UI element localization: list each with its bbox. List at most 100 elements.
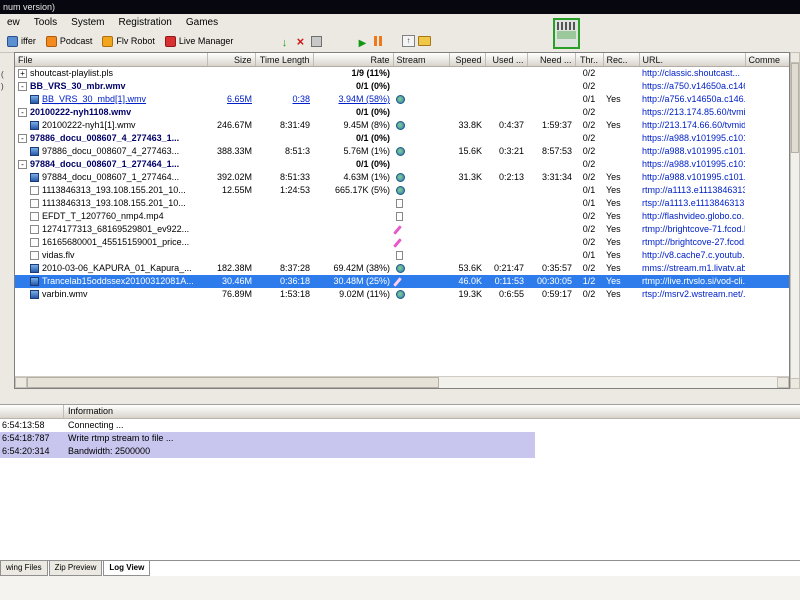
tree-toggle[interactable]: + bbox=[18, 69, 27, 79]
toolbar-button-podcast[interactable]: Podcast bbox=[41, 34, 98, 49]
menu-item-system[interactable]: System bbox=[64, 17, 111, 28]
cell-time bbox=[255, 67, 313, 81]
tree-toggle[interactable]: - bbox=[18, 160, 27, 170]
horizontal-scroll-thumb[interactable] bbox=[27, 377, 439, 388]
promo-banner[interactable] bbox=[553, 18, 580, 49]
menu-item-registration[interactable]: Registration bbox=[112, 17, 179, 28]
column-header-need[interactable]: Need ... bbox=[527, 53, 576, 67]
column-header-time-length[interactable]: Time Length bbox=[255, 53, 314, 67]
cell-file: -97886_docu_008607_4_277463_1... bbox=[15, 132, 207, 145]
pause-button[interactable] bbox=[370, 33, 386, 49]
menu-item-tools[interactable]: Tools bbox=[27, 17, 64, 28]
cell-stream bbox=[393, 106, 449, 119]
bottom-tab-strip: wing Files Zip Preview Log View bbox=[0, 560, 800, 576]
folder-icon bbox=[417, 36, 431, 46]
log-row[interactable]: 6:54:13:58 Connecting ... bbox=[0, 419, 535, 432]
table-row[interactable]: 2010-03-06_KAPURA_01_Kapura_... 182.38M 8:… bbox=[15, 262, 789, 275]
cell-rec: Yes bbox=[606, 94, 621, 104]
table-row[interactable]: varbin.wmv 76.89M 1:53:18 9.02M (11%) 19.3K 0… bbox=[15, 288, 789, 301]
upload-button[interactable] bbox=[400, 33, 416, 49]
cell-speed bbox=[449, 132, 485, 145]
cell-rec: Yes bbox=[606, 172, 621, 182]
stop-button[interactable] bbox=[308, 33, 324, 49]
column-header-file[interactable]: File bbox=[15, 53, 208, 67]
scroll-left-arrow[interactable] bbox=[15, 377, 27, 388]
play-button[interactable] bbox=[354, 33, 370, 49]
table-row[interactable]: -20100222-nyh1108.wmv 0/1 (0%) 0/2 https://… bbox=[15, 106, 789, 119]
cell-need bbox=[527, 67, 575, 81]
scroll-up-arrow[interactable] bbox=[791, 53, 799, 63]
table-row[interactable]: 16165680001_45515159001_price... 0/2 Yes rt… bbox=[15, 236, 789, 249]
cell-size bbox=[207, 67, 255, 81]
vertical-scrollbar[interactable] bbox=[790, 52, 800, 389]
column-header-size[interactable]: Size bbox=[207, 53, 256, 67]
cell-need bbox=[527, 80, 575, 93]
toolbar-button-live-manager[interactable]: Live Manager bbox=[160, 34, 239, 49]
horizontal-scrollbar[interactable] bbox=[15, 376, 789, 388]
cell-size: 388.33M bbox=[216, 146, 252, 156]
column-header-url[interactable]: URL. bbox=[639, 53, 746, 67]
column-header-comme[interactable]: Comme bbox=[745, 53, 789, 67]
cell-rate bbox=[313, 249, 393, 262]
scroll-right-arrow[interactable] bbox=[777, 377, 789, 388]
folder-button[interactable] bbox=[416, 33, 432, 49]
pause-icon bbox=[374, 36, 383, 46]
table-row[interactable]: 97886_docu_008607_4_277463... 388.33M 8:51… bbox=[15, 145, 789, 158]
table-row[interactable]: - BB_VRS_30_mbr.wmv 0/1 (0%) 0/2 https://a75… bbox=[15, 80, 789, 93]
cell-url: rtsp://a1113.e1113846313... bbox=[642, 198, 745, 208]
cell-speed: 15.6K bbox=[458, 146, 482, 156]
tree-toggle[interactable]: - bbox=[18, 134, 27, 144]
download-button[interactable] bbox=[276, 33, 292, 49]
tab-log-view[interactable]: Log View bbox=[103, 561, 151, 576]
document-file-icon bbox=[30, 238, 39, 248]
toolbar-button-iffer[interactable]: iffer bbox=[2, 34, 41, 49]
log-row[interactable]: 6:54:18:787 Write rtmp stream to file ... bbox=[0, 432, 535, 445]
cell-need bbox=[527, 210, 575, 223]
cell-url: mms://stream.m1.livatv.ab... bbox=[642, 263, 745, 273]
column-header-speed[interactable]: Speed bbox=[449, 53, 486, 67]
cell-time bbox=[255, 106, 313, 119]
tree-toggle[interactable]: - bbox=[18, 82, 27, 92]
vertical-scroll-thumb[interactable] bbox=[791, 63, 799, 153]
table-body: + shoutcast-playlist.pls 1/9 (11%) 0/2 http:… bbox=[15, 67, 789, 302]
document-file-icon bbox=[30, 225, 39, 235]
log-row[interactable]: 6:54:20:314 Bandwidth: 2500000 bbox=[0, 445, 535, 458]
table-row[interactable]: 1274177313_68169529801_ev922... 0/2 Yes rtm… bbox=[15, 223, 789, 236]
delete-button[interactable] bbox=[292, 33, 308, 49]
table-row[interactable]: EFDT_T_1207760_nmp4.mp4 0/2 Yes http://flas… bbox=[15, 210, 789, 223]
play-icon bbox=[359, 34, 367, 49]
cell-comment bbox=[745, 145, 789, 158]
tab-wing-files[interactable]: wing Files bbox=[0, 561, 48, 576]
column-header-used[interactable]: Used ... bbox=[485, 53, 528, 67]
cell-comment bbox=[745, 288, 789, 301]
tab-zip-preview[interactable]: Zip Preview bbox=[48, 561, 103, 576]
table-row[interactable]: -97884_docu_008607_1_277464_1... 0/1 (0%)… bbox=[15, 158, 789, 171]
menu-item-games[interactable]: Games bbox=[179, 17, 225, 28]
cell-need: 0:59:17 bbox=[541, 289, 572, 299]
cell-url: rtmpt://brightcove-27.fcod... bbox=[642, 237, 745, 247]
cell-comment bbox=[745, 249, 789, 262]
column-header-rate[interactable]: Rate bbox=[313, 53, 394, 67]
cell-comment bbox=[745, 262, 789, 275]
cell-used: 0:4:37 bbox=[498, 120, 524, 130]
scroll-down-arrow[interactable] bbox=[791, 378, 799, 388]
table-row[interactable]: vidas.flv 0/1 Yes http://v8.cache7.c.youtub… bbox=[15, 249, 789, 262]
table-row[interactable]: Trancelab15oddssex20100312081A... 30.46M 0… bbox=[15, 275, 789, 288]
column-header-stream[interactable]: Stream bbox=[393, 53, 450, 67]
toolbar-button-flv-robot[interactable]: Flv Robot bbox=[97, 34, 160, 49]
table-row[interactable]: 1113846313_193.108.155.201_10... 0/1 Yes rt… bbox=[15, 197, 789, 210]
table-row[interactable]: BB_VRS_30_mbd[1].wmv 6.65M 0:38 3.94M (58%)… bbox=[15, 93, 789, 106]
column-header-rec[interactable]: Rec.. bbox=[603, 53, 640, 67]
file-name: 1274177313_68169529801_ev922... bbox=[42, 224, 190, 234]
column-header-thr[interactable]: Thr.. bbox=[575, 53, 604, 67]
menu-item-ew[interactable]: ew bbox=[0, 17, 27, 28]
table-row[interactable]: + shoutcast-playlist.pls 1/9 (11%) 0/2 http:… bbox=[15, 67, 789, 81]
table-row[interactable]: -97886_docu_008607_4_277463_1... 0/1 (0%)… bbox=[15, 132, 789, 145]
table-row[interactable]: 20100222-nyh1[1].wmv 246.67M 8:31:49 9.45M … bbox=[15, 119, 789, 132]
table-row[interactable]: 97884_docu_008607_1_277464... 392.02M 8:51… bbox=[15, 171, 789, 184]
file-name: 1113846313_193.108.155.201_10... bbox=[42, 185, 186, 195]
cell-size: 246.67M bbox=[216, 120, 252, 130]
cell-file: BB_VRS_30_mbd[1].wmv bbox=[15, 93, 207, 106]
table-row[interactable]: 1113846313_193.108.155.201_10... 12.55M 1:… bbox=[15, 184, 789, 197]
tree-toggle[interactable]: - bbox=[18, 108, 27, 118]
